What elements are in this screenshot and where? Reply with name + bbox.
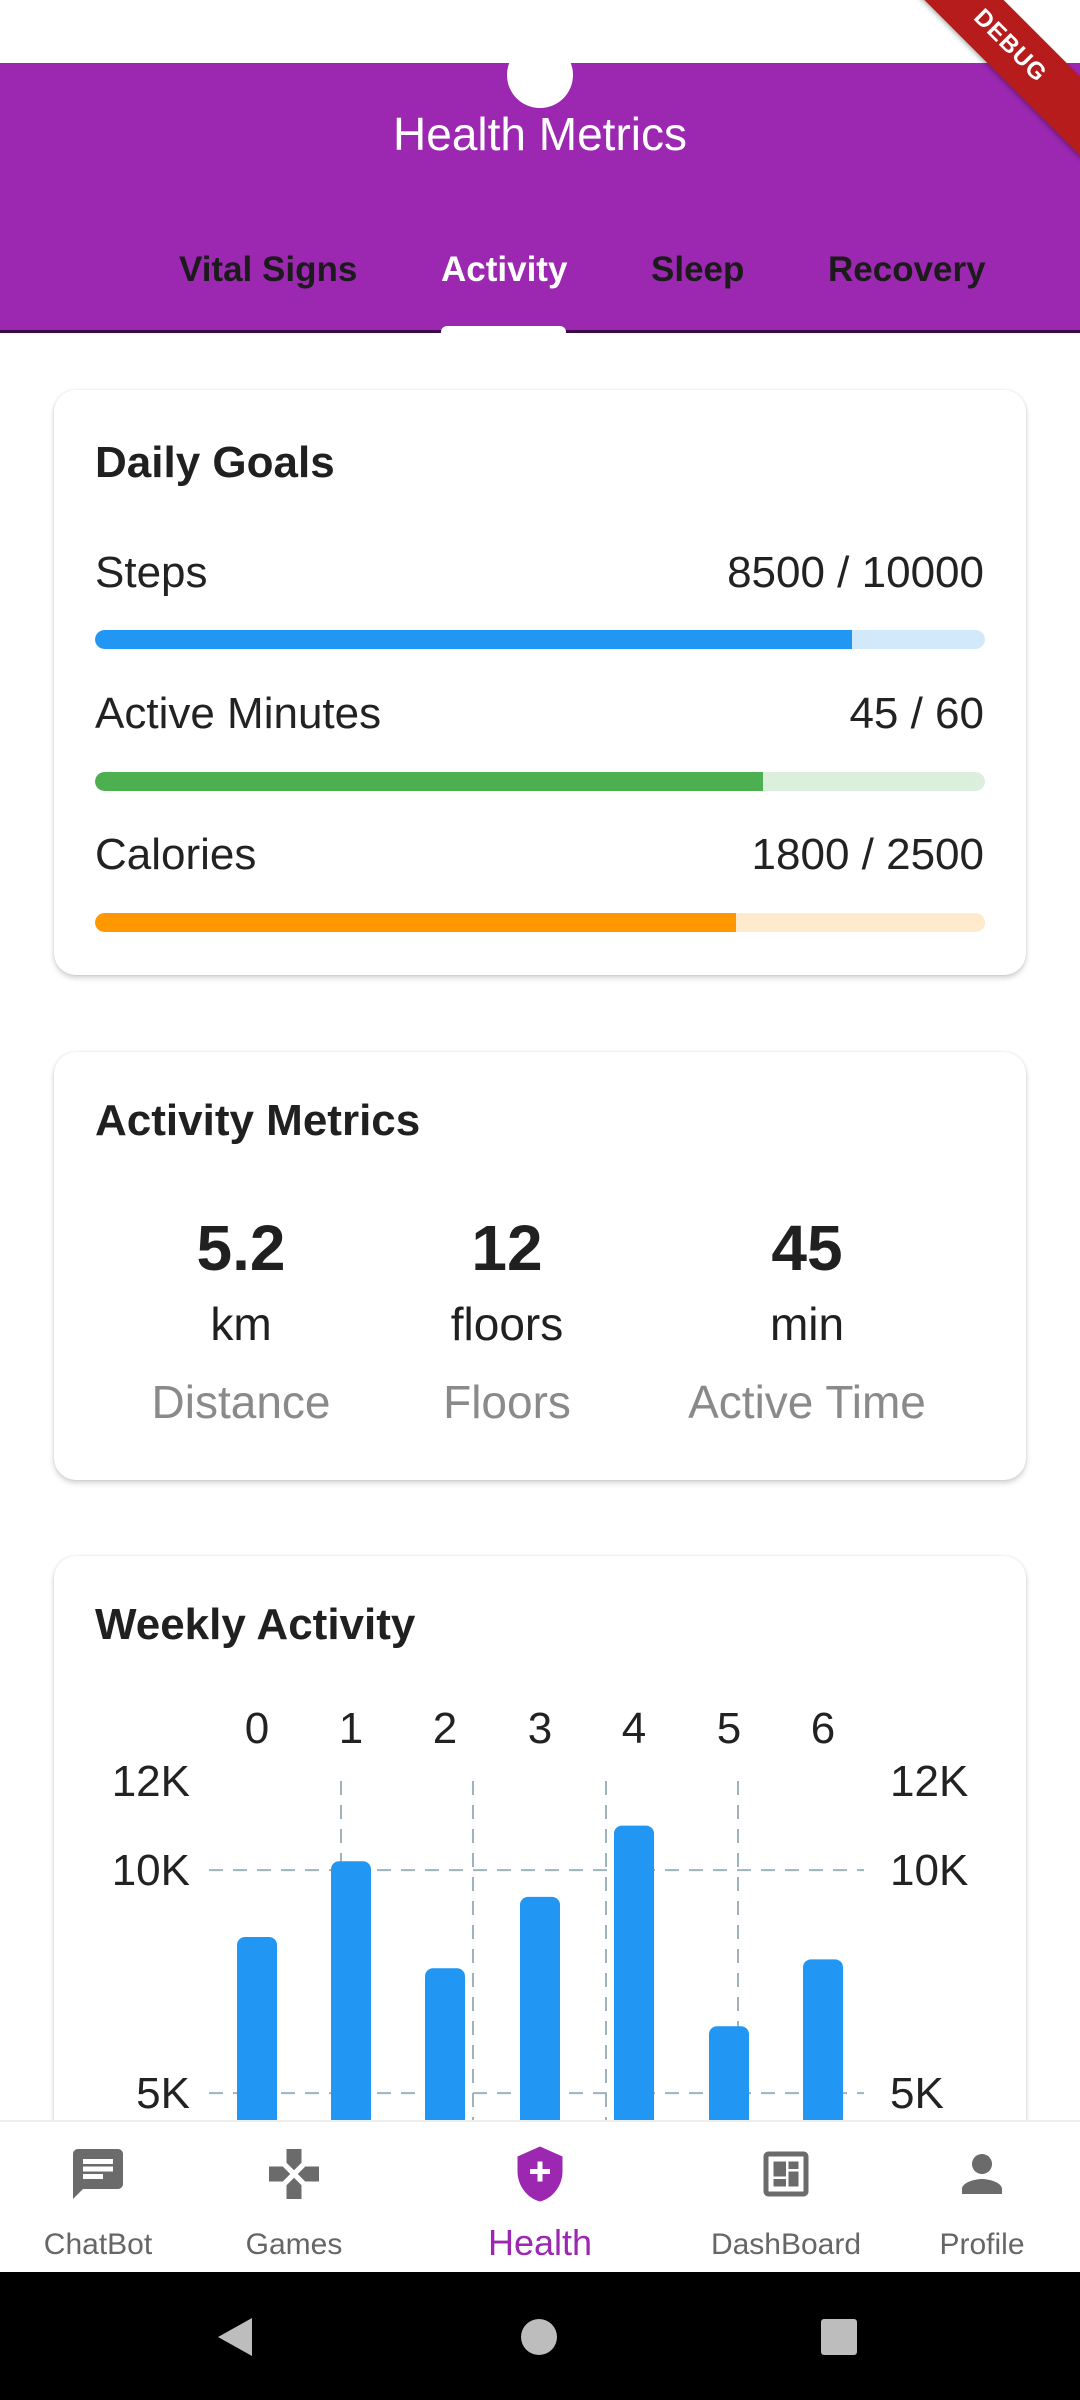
metric-floors-value: 12: [471, 1212, 543, 1284]
bar-4: [614, 1825, 654, 2156]
y-tick-label-right-5K: 5K: [890, 2069, 944, 2118]
nav-label-profile: Profile: [939, 2228, 1025, 2261]
y-tick-label-right-10K: 10K: [890, 1846, 968, 1895]
bar-1: [331, 1861, 371, 2156]
x-tick-label-4: 4: [622, 1704, 646, 1753]
active-tab-indicator: [441, 326, 566, 333]
weekly-activity-chart: 0 1 2 3 4 5 6 5K 5K 10K 10K 12K 12K: [112, 1704, 968, 2156]
person-icon: [962, 2154, 1002, 2194]
tab-recovery[interactable]: Recovery: [828, 250, 986, 290]
goal-active-minutes-label: Active Minutes: [95, 689, 382, 738]
tab-sleep[interactable]: Sleep: [651, 250, 744, 290]
nav-label-health: Health: [487, 2222, 593, 2263]
goal-calories-value: 1800 / 2500: [751, 830, 984, 879]
tab-activity[interactable]: Activity: [441, 250, 567, 290]
metric-floors-label: Floors: [443, 1376, 571, 1428]
goal-calories-progress: [95, 913, 736, 932]
y-tick-label-right-12K: 12K: [890, 1757, 968, 1806]
daily-goals-title: Daily Goals: [95, 438, 335, 487]
recents-icon[interactable]: [814, 2312, 864, 2362]
nav-item-health[interactable]: Health: [392, 2122, 688, 2274]
chat-icon: [73, 2149, 123, 2199]
camera-cutout: [507, 42, 573, 108]
metric-floors-unit: floors: [450, 1298, 564, 1350]
nav-label-dashboard: DashBoard: [710, 2228, 862, 2261]
metric-distance-unit: km: [210, 1298, 272, 1350]
x-tick-label-2: 2: [433, 1704, 457, 1753]
page-title: Health Metrics: [393, 108, 687, 160]
activity-metrics-card: Activity Metrics 5.2 km Distance 12 floo…: [54, 1052, 1026, 1480]
home-icon[interactable]: [514, 2312, 564, 2362]
nav-item-games[interactable]: Games: [196, 2122, 392, 2274]
goal-active-minutes-progress: [95, 772, 763, 791]
tab-vital-signs[interactable]: Vital Signs: [179, 250, 357, 290]
nav-item-chatbot[interactable]: ChatBot: [0, 2122, 196, 2274]
back-icon[interactable]: [212, 2312, 262, 2362]
bottom-navigation: ChatBot Games Health DashBoard Profile: [0, 2120, 1080, 2274]
x-tick-label-3: 3: [528, 1704, 552, 1753]
weekly-activity-card: Weekly Activity 0 1 2 3 4 5 6 5K 5K 10K 10K 12K 12K: [54, 1556, 1026, 2196]
goal-calories-track: [95, 913, 985, 932]
goal-active-minutes-value: 45 / 60: [849, 689, 984, 738]
goal-calories-label: Calories: [95, 830, 257, 879]
metric-distance-label: Distance: [151, 1376, 331, 1428]
goal-active-minutes-track: [95, 772, 985, 791]
y-tick-label-left-12K: 12K: [112, 1757, 190, 1806]
metric-active-time-label: Active Time: [688, 1376, 926, 1428]
bar-3: [520, 1896, 560, 2156]
goal-steps-value: 8500 / 10000: [727, 548, 984, 597]
health-shield-icon: [517, 2146, 563, 2202]
dashboard-icon: [763, 2151, 809, 2197]
x-tick-label-5: 5: [717, 1704, 741, 1753]
system-navigation-bar: [0, 2272, 1080, 2400]
daily-goals-card: Daily Goals Steps 8500 / 10000 Active Mi…: [54, 390, 1026, 975]
y-tick-label-left-10K: 10K: [112, 1846, 190, 1895]
nav-label-chatbot: ChatBot: [43, 2228, 153, 2261]
metric-active-time-value: 45: [771, 1212, 843, 1284]
goal-steps-track: [95, 630, 985, 649]
activity-metrics-title: Activity Metrics: [95, 1096, 421, 1145]
y-tick-label-left-5K: 5K: [136, 2069, 190, 2118]
metric-active-time-unit: min: [769, 1298, 845, 1350]
goal-steps-label: Steps: [95, 548, 208, 597]
nav-label-games: Games: [245, 2228, 343, 2261]
metric-distance-value: 5.2: [196, 1212, 286, 1284]
gamepad-icon: [269, 2149, 319, 2199]
nav-item-profile[interactable]: Profile: [884, 2122, 1080, 2274]
x-tick-label-6: 6: [811, 1704, 835, 1753]
x-tick-label-0: 0: [245, 1704, 269, 1753]
x-tick-label-1: 1: [339, 1704, 363, 1753]
nav-item-dashboard[interactable]: DashBoard: [688, 2122, 884, 2274]
goal-steps-progress: [95, 630, 852, 649]
